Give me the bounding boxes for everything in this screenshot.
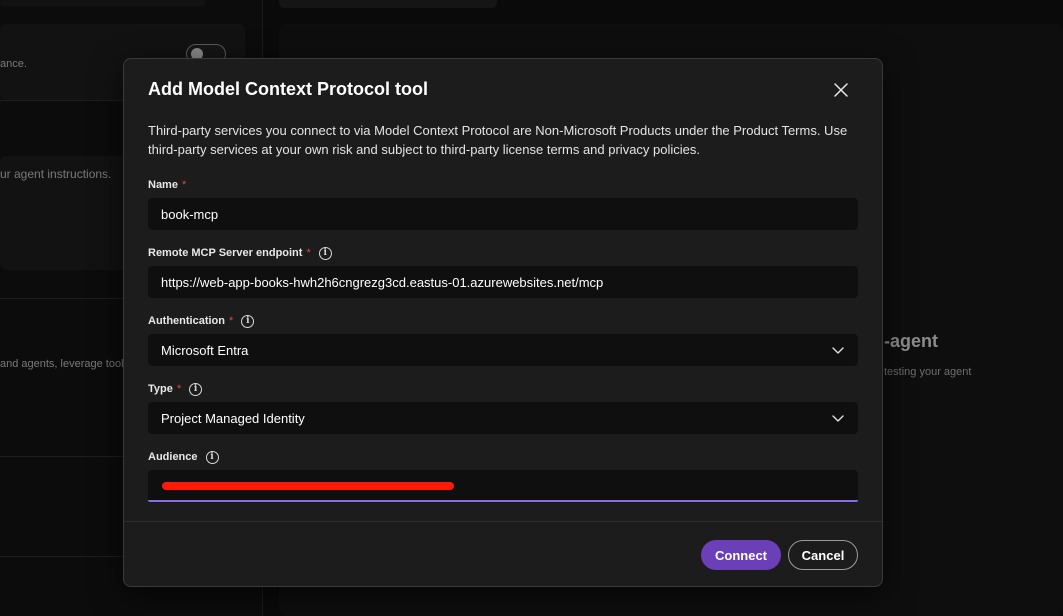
endpoint-field[interactable]	[148, 266, 858, 298]
authentication-label-text: Authentication	[148, 315, 225, 327]
left-card-top	[0, 0, 206, 6]
connect-button[interactable]: Connect	[701, 540, 781, 570]
required-marker: *	[229, 315, 234, 327]
type-select[interactable]: Project Managed Identity	[148, 402, 858, 434]
endpoint-label-text: Remote MCP Server endpoint	[148, 247, 303, 259]
required-marker: *	[306, 247, 311, 259]
bg-text-2: ur agent instructions.	[0, 167, 112, 181]
required-marker: *	[181, 179, 187, 191]
authentication-label: Authentication * i	[148, 313, 255, 329]
chevron-down-icon	[831, 411, 845, 425]
dialog-title: Add Model Context Protocol tool	[148, 79, 428, 99]
bg-top-box	[279, 0, 497, 8]
bg-text-1: ance.	[0, 58, 27, 70]
info-icon[interactable]: i	[205, 450, 219, 464]
bg-text-3: and agents, leverage tools	[0, 358, 130, 370]
endpoint-label: Remote MCP Server endpoint * i	[148, 245, 332, 261]
info-icon[interactable]: i	[189, 382, 203, 396]
type-value: Project Managed Identity	[161, 410, 305, 426]
close-button[interactable]	[828, 79, 854, 105]
chevron-down-icon	[831, 343, 845, 357]
close-icon	[833, 82, 849, 103]
authentication-value: Microsoft Entra	[161, 342, 249, 358]
cancel-button[interactable]: Cancel	[788, 540, 858, 570]
type-label-text: Type	[148, 383, 173, 395]
audience-label: Audience i	[148, 449, 219, 465]
name-field[interactable]	[148, 198, 858, 230]
required-marker: *	[176, 383, 182, 395]
info-icon[interactable]: i	[241, 314, 255, 328]
footer-divider	[124, 521, 882, 522]
name-label-text: Name	[148, 179, 178, 191]
type-label: Type * i	[148, 381, 203, 397]
audience-field[interactable]	[148, 470, 858, 502]
audience-label-text: Audience	[148, 451, 198, 463]
authentication-select[interactable]: Microsoft Entra	[148, 334, 858, 366]
endpoint-input[interactable]	[161, 274, 845, 290]
bg-heading: -agent	[884, 331, 938, 351]
name-input[interactable]	[161, 206, 845, 222]
third-party-notice: Third-party services you connect to via …	[148, 123, 848, 157]
add-mcp-tool-dialog: Add Model Context Protocol tool Third-pa…	[123, 58, 883, 587]
name-label: Name *	[148, 177, 186, 193]
bg-subtext: testing your agent	[884, 366, 972, 378]
redaction-mark	[162, 482, 454, 490]
info-icon[interactable]: i	[318, 246, 332, 260]
